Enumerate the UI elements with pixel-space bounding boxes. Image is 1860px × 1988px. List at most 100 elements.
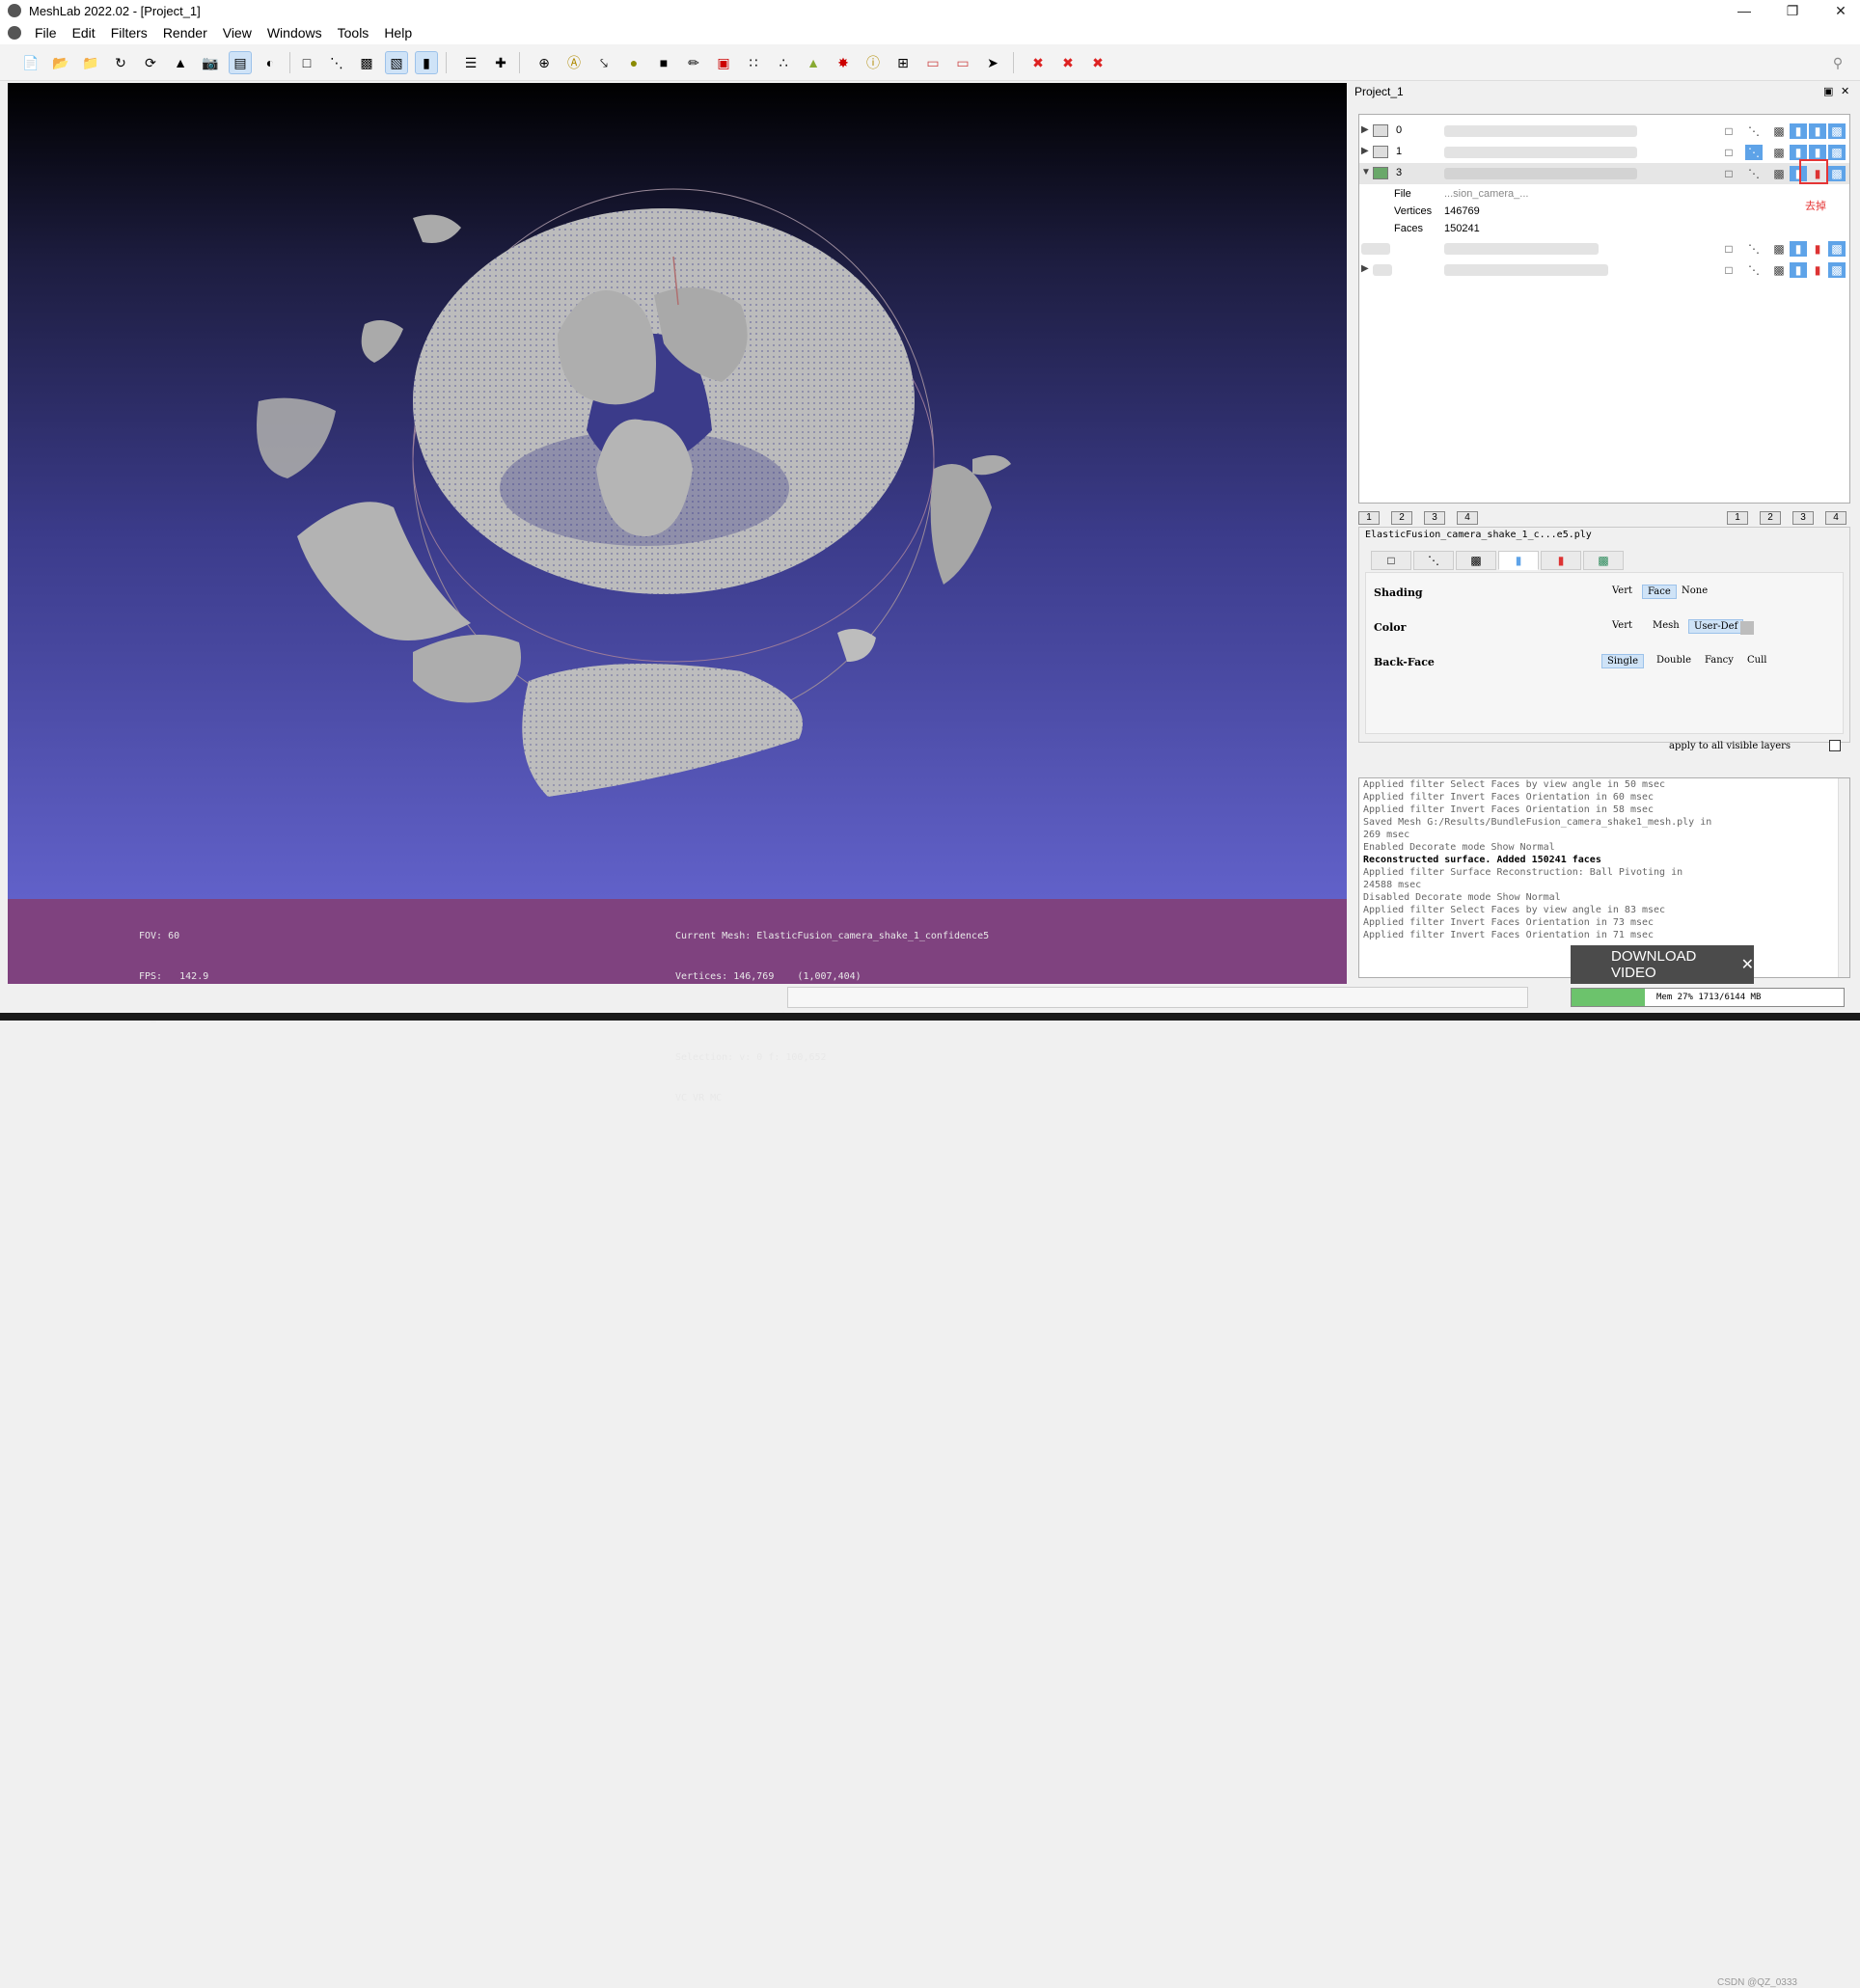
wire-toggle-icon[interactable]: ▩ <box>1770 145 1788 160</box>
view-slot-3-button[interactable]: 3 <box>1424 511 1445 525</box>
pointer-icon[interactable]: ➤ <box>981 51 1004 74</box>
manipulator-icon[interactable]: ▭ <box>951 51 974 74</box>
bbox-icon[interactable]: □ <box>295 51 318 74</box>
points-toggle-icon[interactable]: ⋱ <box>1745 166 1763 181</box>
open-project-icon[interactable]: 📁 <box>79 51 102 74</box>
log-scrollbar[interactable] <box>1838 778 1849 977</box>
color-tab-icon[interactable]: ▮ <box>1541 551 1581 570</box>
menu-help[interactable]: Help <box>384 25 412 41</box>
dock-close-icon[interactable]: ✕ <box>1841 85 1849 97</box>
color-userdef-option[interactable]: User-Def <box>1688 619 1744 634</box>
bbox-tab-icon[interactable]: □ <box>1371 551 1411 570</box>
menu-windows[interactable]: Windows <box>267 25 322 41</box>
layer-row[interactable]: □ ⋱ ▩ ▮ ▮ ▩ <box>1359 238 1849 259</box>
color-toggle-icon[interactable]: ▮ <box>1809 262 1826 278</box>
select-vertices-icon[interactable]: ∷ <box>742 51 765 74</box>
download-video-label[interactable]: DOWNLOAD VIDEO <box>1611 948 1712 981</box>
delete-vertices-icon[interactable]: ✖ <box>1056 51 1080 74</box>
select-faces-icon[interactable]: ▣ <box>712 51 735 74</box>
raster-icon[interactable]: ⊞ <box>891 51 915 74</box>
wire-toggle-icon[interactable]: ▩ <box>1770 166 1788 181</box>
bbox-toggle-icon[interactable]: □ <box>1720 145 1737 160</box>
points-toggle-icon[interactable]: ⋱ <box>1745 123 1763 139</box>
export-mesh-icon[interactable]: ▲ <box>169 51 192 74</box>
view-slot-1-button[interactable]: 1 <box>1358 511 1380 525</box>
measure-icon[interactable]: ■ <box>652 51 675 74</box>
texture-toggle-icon[interactable]: ▩ <box>1828 145 1846 160</box>
wire-toggle-icon[interactable]: ▩ <box>1770 123 1788 139</box>
flat-toggle-icon[interactable]: ▮ <box>1790 123 1807 139</box>
render-mode-icon[interactable]: ◐ <box>259 51 282 74</box>
shading-none-option[interactable]: None <box>1677 585 1712 597</box>
backface-single-option[interactable]: Single <box>1601 654 1645 668</box>
info-icon[interactable]: ⓘ <box>862 51 885 74</box>
color-tool-icon[interactable]: ▲ <box>802 51 825 74</box>
view-slot-2-button[interactable]: 2 <box>1391 511 1412 525</box>
layer-row[interactable]: ▶ 0 □ ⋱ ▩ ▮ ▮ ▩ <box>1359 121 1849 142</box>
wire-tab-icon[interactable]: ▩ <box>1456 551 1496 570</box>
points-icon[interactable]: ⋱ <box>325 51 348 74</box>
fit-plane-icon[interactable]: ▭ <box>921 51 944 74</box>
layer-row[interactable]: ▶ □ ⋱ ▩ ▮ ▮ ▩ <box>1359 259 1849 281</box>
texture-toggle-icon[interactable]: ▩ <box>1828 241 1846 257</box>
raster-slot-3-button[interactable]: 3 <box>1792 511 1814 525</box>
shading-vert-option[interactable]: Vert <box>1607 585 1637 597</box>
color-toggle-icon[interactable]: ▮ <box>1809 241 1826 257</box>
texture-tab-icon[interactable]: ▩ <box>1583 551 1624 570</box>
smooth-shading-icon[interactable]: ▮ <box>415 51 438 74</box>
trackball-icon[interactable]: ⊕ <box>533 51 556 74</box>
bbox-toggle-icon[interactable]: □ <box>1720 123 1737 139</box>
draw-icon[interactable]: ✏ <box>682 51 705 74</box>
mesh-visibility-icon[interactable] <box>1373 146 1388 158</box>
reload-all-icon[interactable]: ⟳ <box>139 51 162 74</box>
color-mesh-option[interactable]: Mesh <box>1648 619 1684 632</box>
flat-shading-icon[interactable]: ▧ <box>385 51 408 74</box>
layer-row[interactable]: ▶ 1 □ ⋱ ▩ ▮ ▮ ▩ <box>1359 142 1849 163</box>
points-toggle-icon[interactable]: ⋱ <box>1745 145 1763 160</box>
layer-row-selected[interactable]: ▼ 3 □ ⋱ ▩ ▮ ▮ ▩ <box>1359 163 1849 184</box>
texture-toggle-icon[interactable]: ▩ <box>1828 262 1846 278</box>
raster-slot-2-button[interactable]: 2 <box>1760 511 1781 525</box>
bbox-toggle-icon[interactable]: □ <box>1720 166 1737 181</box>
layers-icon[interactable]: ▤ <box>229 51 252 74</box>
fullscreen-icon[interactable]: ☰ <box>459 51 482 74</box>
expand-arrow-icon[interactable]: ▶ <box>1361 124 1369 135</box>
raster-slot-1-button[interactable]: 1 <box>1727 511 1748 525</box>
backface-cull-option[interactable]: Cull <box>1742 654 1772 667</box>
menu-render[interactable]: Render <box>163 25 207 41</box>
backface-fancy-option[interactable]: Fancy <box>1700 654 1738 667</box>
points-toggle-icon[interactable]: ⋱ <box>1745 262 1763 278</box>
flat-toggle-icon[interactable]: ▮ <box>1790 262 1807 278</box>
download-video-overlay[interactable]: DOWNLOAD VIDEO ✕ <box>1571 945 1754 984</box>
delete-faces-icon[interactable]: ✖ <box>1026 51 1050 74</box>
wireframe-icon[interactable]: ▩ <box>355 51 378 74</box>
3d-viewport[interactable] <box>8 83 1347 984</box>
raster-slot-4-button[interactable]: 4 <box>1825 511 1846 525</box>
user-color-swatch[interactable] <box>1740 621 1754 635</box>
bbox-toggle-icon[interactable]: □ <box>1720 262 1737 278</box>
texture-toggle-icon[interactable]: ▩ <box>1828 123 1846 139</box>
download-close-icon[interactable]: ✕ <box>1741 955 1754 974</box>
restore-icon[interactable]: ❐ <box>1773 0 1812 21</box>
faces-tab-icon[interactable]: ▮ <box>1498 551 1539 570</box>
color-toggle-icon[interactable]: ▮ <box>1809 145 1826 160</box>
bbox-toggle-icon[interactable]: □ <box>1720 241 1737 257</box>
georef-icon[interactable]: ✸ <box>832 51 855 74</box>
menu-view[interactable]: View <box>223 25 252 41</box>
apply-all-checkbox[interactable] <box>1829 740 1841 751</box>
snapshot-icon[interactable]: 📷 <box>199 51 222 74</box>
flat-toggle-icon[interactable]: ▮ <box>1790 145 1807 160</box>
flat-toggle-icon[interactable]: ▮ <box>1790 241 1807 257</box>
color-toggle-icon[interactable]: ▮ <box>1809 123 1826 139</box>
wire-toggle-icon[interactable]: ▩ <box>1770 241 1788 257</box>
search-icon[interactable]: ⚲ <box>1826 51 1849 74</box>
menu-tools[interactable]: Tools <box>338 25 369 41</box>
color-vert-option[interactable]: Vert <box>1607 619 1637 632</box>
backface-double-option[interactable]: Double <box>1652 654 1696 667</box>
points-toggle-icon[interactable]: ⋱ <box>1745 241 1763 257</box>
align-icon[interactable]: ⤥ <box>592 51 615 74</box>
texture-toggle-icon[interactable]: ▩ <box>1828 166 1846 181</box>
points-tab-icon[interactable]: ⋱ <box>1413 551 1454 570</box>
wire-toggle-icon[interactable]: ▩ <box>1770 262 1788 278</box>
paint-icon[interactable]: ● <box>622 51 645 74</box>
